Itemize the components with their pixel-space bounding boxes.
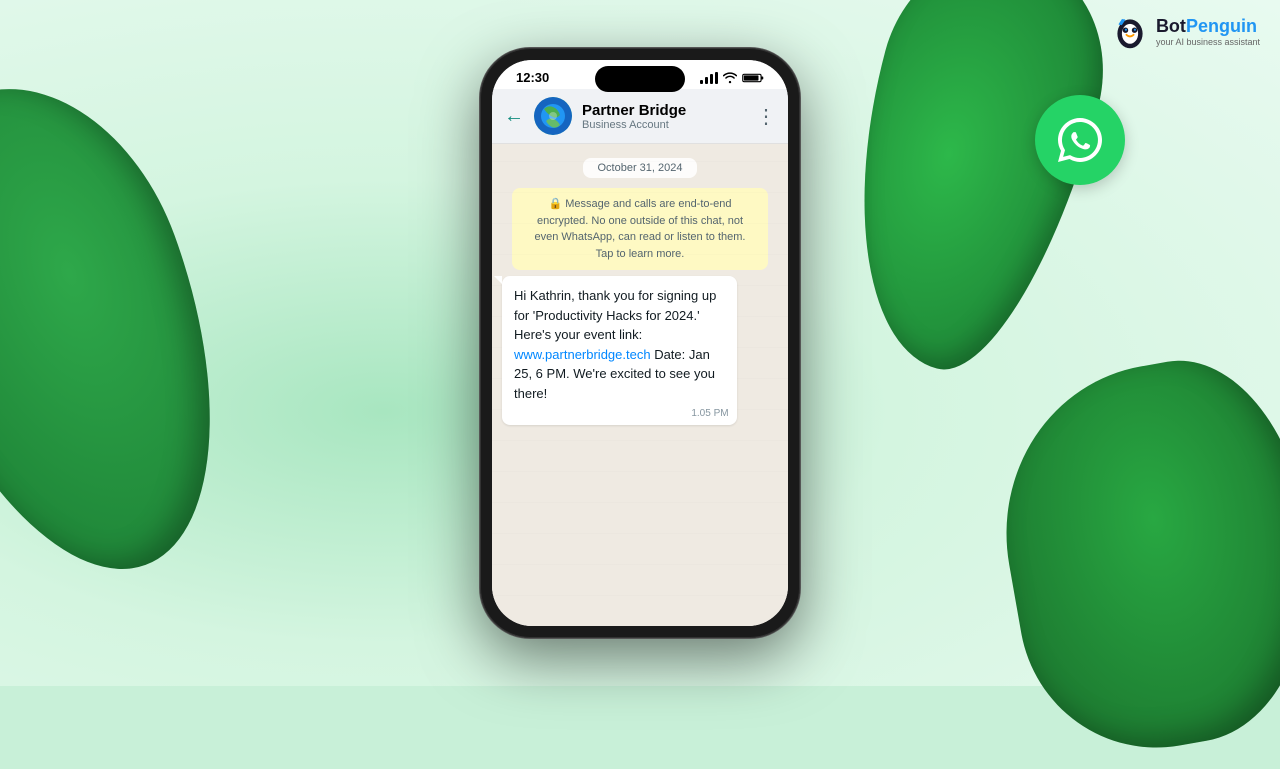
- signal-bar-2: [705, 77, 708, 84]
- status-bar: 12:30: [492, 60, 788, 89]
- dynamic-island: [595, 66, 685, 92]
- message-bubble: Hi Kathrin, thank you for signing up for…: [502, 276, 737, 425]
- back-button[interactable]: ←: [504, 105, 524, 128]
- chat-header: ← Partner Bridge Business Account ⋮: [492, 89, 788, 144]
- logo-bot: Bot: [1156, 16, 1186, 36]
- message-link[interactable]: www.partnerbridge.tech: [514, 347, 651, 362]
- wifi-icon: [723, 72, 737, 84]
- contact-status: Business Account: [582, 119, 746, 131]
- battery-icon: [742, 72, 764, 84]
- botpenguin-logo: BotPenguin your AI business assistant: [1112, 14, 1260, 50]
- signal-bar-4: [715, 72, 718, 84]
- contact-name: Partner Bridge: [582, 102, 746, 119]
- signal-bar-3: [710, 74, 713, 84]
- date-badge: October 31, 2024: [583, 158, 696, 178]
- signal-bar-1: [700, 80, 703, 84]
- chat-area: October 31, 2024 🔒 Message and calls are…: [492, 144, 788, 626]
- phone-screen: 12:30: [492, 60, 788, 626]
- botpenguin-logo-icon: [1112, 14, 1148, 50]
- lock-icon: 🔒: [548, 198, 562, 210]
- logo-penguin: Penguin: [1186, 16, 1257, 36]
- contact-avatar: [534, 97, 572, 135]
- encryption-notice[interactable]: 🔒 Message and calls are end-to-end encry…: [512, 188, 768, 270]
- whatsapp-icon: [1054, 114, 1106, 166]
- message-time: 1.05 PM: [691, 406, 728, 421]
- whatsapp-icon-bubble: [1035, 95, 1125, 185]
- logo-brand: BotPenguin: [1156, 16, 1260, 38]
- header-menu-button[interactable]: ⋮: [756, 104, 776, 129]
- contact-info: Partner Bridge Business Account: [582, 102, 746, 131]
- logo-text-container: BotPenguin your AI business assistant: [1156, 16, 1260, 48]
- phone-container: 12:30: [480, 48, 800, 638]
- encryption-text: Message and calls are end-to-end encrypt…: [535, 198, 746, 260]
- logo-tagline: your AI business assistant: [1156, 37, 1260, 48]
- phone-frame: 12:30: [480, 48, 800, 638]
- status-icons: [700, 72, 764, 84]
- status-time: 12:30: [516, 70, 549, 85]
- message-body: Hi Kathrin, thank you for signing up for…: [514, 288, 716, 342]
- signal-bars-icon: [700, 72, 718, 84]
